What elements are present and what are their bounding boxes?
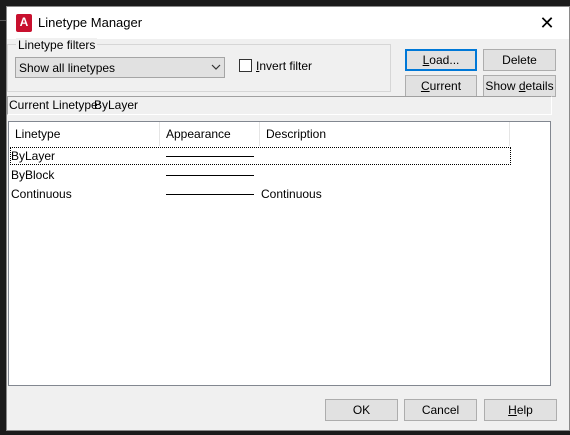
linetype-filter-dropdown[interactable]: Show all linetypes — [15, 57, 225, 78]
invert-filter-label-rest: nvert filter — [259, 59, 313, 73]
description-cell: Continuous — [261, 187, 322, 201]
load-button-label: Load... — [422, 53, 460, 67]
delete-button[interactable]: Delete — [483, 49, 556, 71]
linetype-cell: Continuous — [11, 187, 72, 201]
autocad-app-icon: A — [16, 14, 32, 32]
current-button-label: Current — [420, 79, 462, 93]
current-linetype-value: ByLayer — [94, 98, 139, 112]
appearance-line — [166, 194, 254, 195]
show-details-button[interactable]: Show details — [483, 75, 556, 97]
linetype-cell: ByBlock — [11, 168, 55, 182]
column-header-description[interactable]: Description — [260, 122, 510, 146]
appearance-line — [166, 156, 254, 157]
linetype-filters-label: Linetype filters — [16, 38, 98, 52]
invert-filter-label[interactable]: Invert filter — [256, 59, 312, 73]
linetype-list[interactable]: Linetype Appearance Description ByLayer … — [8, 121, 551, 386]
dialog-title: Linetype Manager — [38, 15, 143, 30]
help-button[interactable]: Help — [484, 399, 557, 421]
chevron-down-icon — [211, 64, 221, 70]
help-button-label: Help — [508, 403, 533, 417]
linetype-filter-value: Show all linetypes — [19, 61, 116, 75]
show-details-button-label: Show details — [485, 79, 554, 93]
close-icon[interactable]: ✕ — [535, 11, 559, 35]
ok-button[interactable]: OK — [325, 399, 398, 421]
current-button[interactable]: Current — [405, 75, 477, 97]
appearance-line — [166, 175, 254, 176]
cancel-button[interactable]: Cancel — [404, 399, 477, 421]
invert-filter-checkbox[interactable] — [239, 59, 252, 72]
selected-row-focus — [10, 147, 511, 165]
linetype-cell: ByLayer — [11, 149, 56, 163]
title-bar[interactable]: A Linetype Manager ✕ — [7, 7, 569, 39]
current-linetype-label: Current Linetype: — [9, 98, 102, 112]
column-header-linetype[interactable]: Linetype — [9, 122, 160, 146]
load-button[interactable]: Load... — [405, 49, 477, 71]
column-header-appearance[interactable]: Appearance — [160, 122, 260, 146]
